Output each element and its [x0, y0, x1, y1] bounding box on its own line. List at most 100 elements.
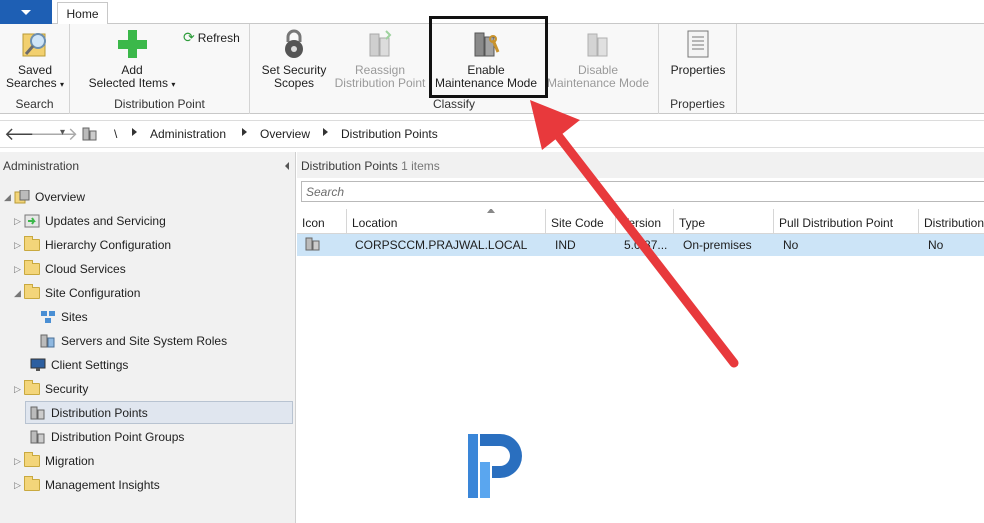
- item-count: 1 items: [401, 159, 440, 173]
- nav-item-label: Overview: [35, 190, 86, 204]
- navigation-pane: Administration ◢ Overview ▷ Updates and …: [0, 152, 296, 523]
- column-header-distribution[interactable]: Distribution: [919, 209, 984, 234]
- folder-icon: [24, 260, 40, 275]
- dropdown-arrow-icon: ▾: [171, 80, 176, 89]
- column-header-icon[interactable]: Icon: [297, 209, 347, 234]
- nav-item-label: Distribution Point Groups: [51, 430, 185, 444]
- folder-icon: [24, 284, 40, 299]
- ribbon-group-distribution-point: Add Selected Items ▾ ⟳ Refresh Distribut…: [70, 24, 250, 114]
- nav-item-distribution-points[interactable]: Distribution Points: [25, 401, 293, 424]
- server-disabled-icon: [582, 28, 614, 60]
- refresh-icon: ⟳: [183, 29, 195, 45]
- breadcrumb-administration[interactable]: Administration: [150, 127, 226, 141]
- padlock-icon: [278, 28, 310, 60]
- chevron-right-icon[interactable]: [242, 128, 247, 136]
- overview-icon: [14, 189, 30, 204]
- add-selected-items-button[interactable]: Add Selected Items ▾: [84, 28, 180, 91]
- nav-item-client-settings[interactable]: Client Settings: [30, 354, 128, 376]
- history-dropdown-icon[interactable]: ▾: [60, 123, 65, 143]
- server-icon: [82, 127, 98, 141]
- tab-home[interactable]: Home: [57, 2, 108, 25]
- add-icon: [116, 28, 148, 60]
- updates-icon: [24, 214, 40, 228]
- nav-item-management-insights[interactable]: ▷ Management Insights: [14, 474, 160, 496]
- nav-item-label: Updates and Servicing: [45, 214, 166, 228]
- nav-item-label: Distribution Points: [51, 405, 148, 420]
- folder-icon: [24, 476, 40, 491]
- nav-item-distribution-point-groups[interactable]: Distribution Point Groups: [30, 426, 184, 448]
- server-reassign-icon: [364, 28, 396, 60]
- column-header-pull-distribution-point[interactable]: Pull Distribution Point: [774, 209, 919, 234]
- content-title: Distribution Points 1 items: [301, 159, 440, 173]
- pane-title: Administration: [3, 159, 80, 173]
- forward-arrow-icon[interactable]: 🡒: [30, 124, 78, 144]
- nav-item-cloud-services[interactable]: ▷ Cloud Services: [14, 258, 126, 280]
- saved-searches-label2: Searches: [5, 76, 57, 90]
- set-security-scopes-button[interactable]: Set Security Scopes: [256, 28, 332, 90]
- ribbon-group-search: Saved Searches ▾ Search: [0, 24, 70, 114]
- collapse-pane-icon[interactable]: [285, 162, 289, 170]
- group-label-distribution-point: Distribution Point: [114, 97, 205, 111]
- nav-item-label: Security: [45, 382, 89, 396]
- nav-item-site-configuration[interactable]: ◢ Site Configuration: [14, 282, 140, 304]
- nav-item-servers-and-site-system-roles[interactable]: Servers and Site System Roles: [40, 330, 227, 352]
- nav-item-label: Cloud Services: [45, 262, 126, 276]
- properties-button[interactable]: Properties: [665, 28, 731, 77]
- server-icon: [30, 406, 46, 420]
- properties-label: Properties: [670, 63, 726, 77]
- reassign-label2: Distribution Point: [334, 76, 426, 90]
- expanded-icon[interactable]: ◢: [4, 192, 14, 203]
- properties-icon: [682, 28, 714, 60]
- nav-item-sites[interactable]: Sites: [40, 306, 88, 328]
- address-bar: 🡐 🡒 ▾ \ Administration Overview Distribu…: [0, 120, 984, 148]
- breadcrumb-distribution-points[interactable]: Distribution Points: [341, 127, 438, 141]
- collapsed-icon[interactable]: ▷: [14, 384, 24, 395]
- collapsed-icon[interactable]: ▷: [14, 456, 24, 467]
- servers-icon: [40, 334, 56, 348]
- disable-maintenance-mode-button[interactable]: Disable Maintenance Mode: [544, 28, 652, 90]
- saved-searches-button[interactable]: Saved Searches ▾: [4, 28, 66, 91]
- saved-searches-icon: [19, 28, 51, 60]
- app-menu-button[interactable]: [0, 0, 52, 24]
- server-group-icon: [30, 430, 46, 444]
- nav-item-overview[interactable]: ◢ Overview: [4, 186, 85, 208]
- logo: [466, 432, 526, 500]
- expanded-icon[interactable]: ◢: [14, 288, 24, 299]
- cell-location: CORPSCCM.PRAJWAL.LOCAL: [355, 238, 528, 252]
- collapsed-icon[interactable]: ▷: [14, 264, 24, 275]
- collapsed-icon[interactable]: ▷: [14, 480, 24, 491]
- nav-item-label: Migration: [45, 454, 95, 468]
- collapsed-icon[interactable]: ▷: [14, 240, 24, 251]
- nav-item-migration[interactable]: ▷ Migration: [14, 450, 94, 472]
- nav-item-label: Sites: [61, 310, 88, 324]
- add-label2: Selected Items: [88, 76, 168, 90]
- nav-item-label: Site Configuration: [45, 286, 141, 300]
- folder-icon: [24, 452, 40, 467]
- reassign-distribution-point-button[interactable]: Reassign Distribution Point: [332, 28, 428, 90]
- nav-item-hierarchy-configuration[interactable]: ▷ Hierarchy Configuration: [14, 234, 171, 256]
- nav-item-security[interactable]: ▷ Security: [14, 378, 88, 400]
- refresh-button[interactable]: ⟳ Refresh: [183, 29, 240, 46]
- chevron-down-icon: [21, 9, 31, 15]
- breadcrumb-overview[interactable]: Overview: [260, 127, 310, 141]
- breadcrumb-root[interactable]: \: [114, 127, 117, 141]
- server-icon: [305, 237, 321, 251]
- nav-item-label: Hierarchy Configuration: [45, 238, 172, 252]
- chevron-right-icon[interactable]: [132, 128, 137, 136]
- collapsed-icon[interactable]: ▷: [14, 216, 24, 227]
- annotation-arrow: [530, 100, 739, 368]
- nav-item-updates-and-servicing[interactable]: ▷ Updates and Servicing: [14, 210, 166, 232]
- highlight-box: [429, 16, 548, 98]
- sites-icon: [40, 310, 56, 324]
- chevron-right-icon[interactable]: [323, 128, 328, 136]
- column-header-location[interactable]: Location: [347, 209, 546, 234]
- nav-item-label: Client Settings: [51, 358, 129, 372]
- nav-item-label: Servers and Site System Roles: [61, 334, 228, 348]
- nav-item-label: Management Insights: [45, 478, 160, 492]
- sort-ascending-icon: [487, 209, 495, 213]
- dropdown-arrow-icon: ▾: [60, 80, 65, 89]
- content-title-text: Distribution Points: [301, 159, 398, 173]
- cell-pull: No: [783, 238, 799, 252]
- folder-icon: [24, 236, 40, 251]
- column-header-label: Location: [352, 216, 398, 230]
